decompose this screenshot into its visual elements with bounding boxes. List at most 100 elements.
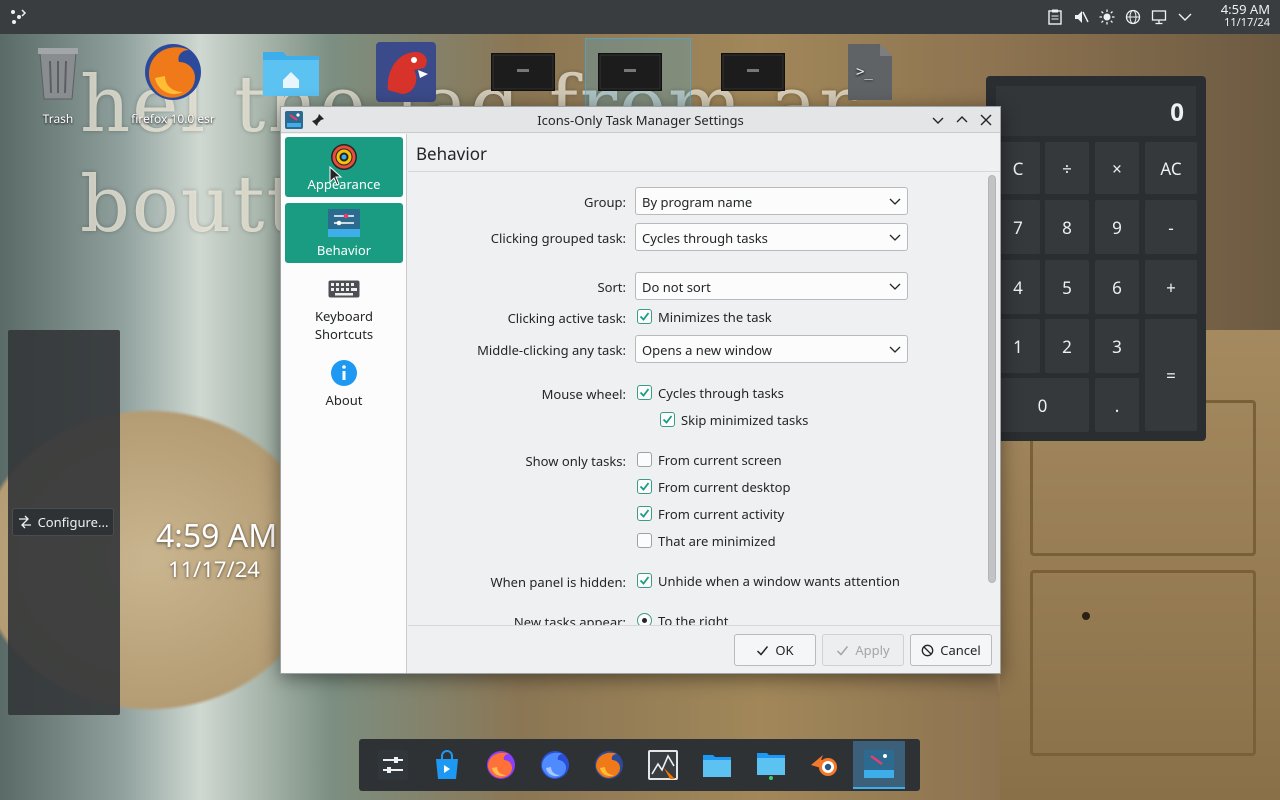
taskbar-item-folder-2[interactable] [745, 741, 797, 789]
apply-button[interactable]: Apply [822, 634, 904, 666]
sort-combobox[interactable]: Do not sort [635, 272, 908, 300]
keyboard-icon [328, 273, 360, 305]
checkmark-icon [639, 482, 650, 491]
panel-clock-date: 11/17/24 [1224, 15, 1270, 30]
sidebar-item-appearance-label: Appearance [307, 175, 381, 193]
calc-key-4[interactable]: 4 [996, 260, 1040, 314]
group-combobox[interactable]: By program name [635, 187, 908, 215]
terminal-icon: >_ [838, 40, 902, 104]
calc-key-3[interactable]: 3 [1095, 319, 1139, 373]
app-launcher-button[interactable] [0, 0, 36, 34]
home-folder-icon [259, 40, 323, 104]
configure-button-label: Configure... [37, 513, 109, 531]
desktop-icon-game[interactable] [361, 40, 451, 110]
clicking-active-label: Clicking active task: [507, 309, 626, 327]
calc-key-2[interactable]: 2 [1045, 319, 1089, 373]
taskbar-item-folder-1[interactable] [691, 741, 743, 789]
sidebar-item-appearance[interactable]: Appearance [285, 137, 403, 197]
cancel-icon [921, 644, 934, 656]
maximize-button[interactable] [953, 111, 971, 129]
middle-click-label: Middle-clicking any task: [477, 341, 626, 359]
mouse-wheel-cycles-checkbox[interactable] [637, 385, 652, 400]
panel-hidden-row: When panel is hidden: Unhide when a wind… [408, 567, 980, 595]
volume-muted-icon[interactable] [1072, 8, 1090, 26]
apply-button-label: Apply [855, 641, 890, 659]
calc-key-minus[interactable]: - [1145, 200, 1197, 254]
behavior-icon [328, 207, 360, 239]
checkmark-icon [662, 415, 673, 424]
desktop-icon-screenshot-2[interactable] [585, 38, 691, 110]
middle-click-row: Middle-clicking any task: Opens a new wi… [408, 335, 980, 363]
display-icon[interactable] [1150, 8, 1168, 26]
from-current-desktop-checkbox[interactable] [637, 479, 652, 494]
from-current-desktop-label: From current desktop [658, 478, 791, 496]
behavior-settings-content: Group: By program name Clicking grouped … [408, 173, 980, 625]
clipboard-icon[interactable] [1046, 8, 1064, 26]
taskbar-item-discover[interactable] [421, 741, 473, 789]
calc-key-0[interactable]: 0 [996, 378, 1089, 432]
calc-key-decimal[interactable]: . [1095, 378, 1139, 432]
content-scrollbar[interactable] [985, 175, 997, 623]
taskbar-item-task-manager-settings[interactable] [853, 741, 905, 789]
folder-icon [703, 755, 731, 777]
minimize-button[interactable] [929, 111, 947, 129]
calc-key-plus[interactable]: + [1145, 260, 1197, 314]
ok-button[interactable]: OK [734, 634, 816, 666]
calc-key-6[interactable]: 6 [1095, 260, 1139, 314]
that-are-minimized-checkbox[interactable] [637, 533, 652, 548]
calc-key-1[interactable]: 1 [996, 319, 1040, 373]
panel-clock[interactable]: 4:59 AM 11/17/24 [1200, 3, 1270, 30]
dialog-titlebar[interactable]: Icons-Only Task Manager Settings [281, 107, 1000, 133]
tray-expand-chevron-icon[interactable] [1176, 8, 1194, 26]
calc-key-8[interactable]: 8 [1045, 200, 1089, 254]
calc-key-7[interactable]: 7 [996, 200, 1040, 254]
to-the-right-radio[interactable] [637, 613, 652, 625]
taskbar-item-firefox-1[interactable] [475, 741, 527, 789]
content-scrollbar-thumb[interactable] [988, 175, 996, 583]
calculator-widget: 0 C ÷ × AC 7 8 9 - 4 5 6 + 1 2 3 = 0 . [986, 76, 1206, 441]
desktop-icon-screenshot-3[interactable] [708, 40, 798, 110]
new-tasks-row: New tasks appear: To the right [408, 607, 980, 625]
desktop-icon-screenshot-1[interactable] [478, 40, 568, 110]
taskbar-item-blender[interactable] [799, 741, 851, 789]
calc-key-9[interactable]: 9 [1095, 200, 1139, 254]
sidebar-item-behavior-label: Behavior [316, 241, 372, 259]
system-tray [1046, 0, 1194, 34]
taskbar-item-firefox-2[interactable] [529, 741, 581, 789]
unhide-attention-checkbox[interactable] [637, 573, 652, 588]
sidebar-item-behavior[interactable]: Behavior [285, 203, 403, 263]
close-icon [980, 114, 992, 126]
desktop-icon-firefox[interactable]: firefox 10.0 esr [128, 40, 218, 127]
from-current-screen-checkbox[interactable] [637, 452, 652, 467]
calc-key-equals[interactable]: = [1145, 319, 1197, 431]
taskbar-item-system-monitor[interactable] [637, 741, 689, 789]
calc-key-all-clear[interactable]: AC [1145, 142, 1197, 194]
calc-key-multiply[interactable]: × [1095, 142, 1139, 194]
clicking-grouped-combobox[interactable]: Cycles through tasks [635, 223, 908, 251]
network-icon[interactable] [1124, 8, 1142, 26]
sidebar-item-keyboard-shortcuts[interactable]: Keyboard Shortcuts [285, 269, 403, 347]
show-only-desktop-row: From current desktop [408, 473, 980, 501]
taskbar-item-settings[interactable] [367, 741, 419, 789]
sidebar-item-about[interactable]: About [285, 353, 403, 413]
configure-icon [18, 515, 31, 529]
dialog-footer: OK Apply Cancel [408, 625, 1000, 673]
mouse-cursor-icon [329, 166, 343, 186]
minimizes-task-checkbox[interactable] [637, 309, 652, 324]
cancel-button[interactable]: Cancel [910, 634, 992, 666]
calc-key-5[interactable]: 5 [1045, 260, 1089, 314]
middle-click-combobox[interactable]: Opens a new window [635, 335, 908, 363]
from-current-activity-checkbox[interactable] [637, 506, 652, 521]
desktop-icon-trash-label: Trash [42, 110, 74, 127]
skip-minimized-checkbox[interactable] [660, 412, 675, 427]
desktop-icon-trash[interactable]: Trash [13, 40, 103, 127]
group-label: Group: [584, 193, 626, 211]
close-button[interactable] [977, 111, 995, 129]
calc-key-divide[interactable]: ÷ [1045, 142, 1089, 194]
calc-key-clear[interactable]: C [996, 142, 1040, 194]
brightness-icon[interactable] [1098, 8, 1116, 26]
configure-button[interactable]: Configure... [12, 508, 114, 536]
desktop-icon-terminal[interactable]: >_ [825, 40, 915, 110]
taskbar-item-firefox-3[interactable] [583, 741, 635, 789]
unhide-attention-label: Unhide when a window wants attention [658, 572, 900, 590]
